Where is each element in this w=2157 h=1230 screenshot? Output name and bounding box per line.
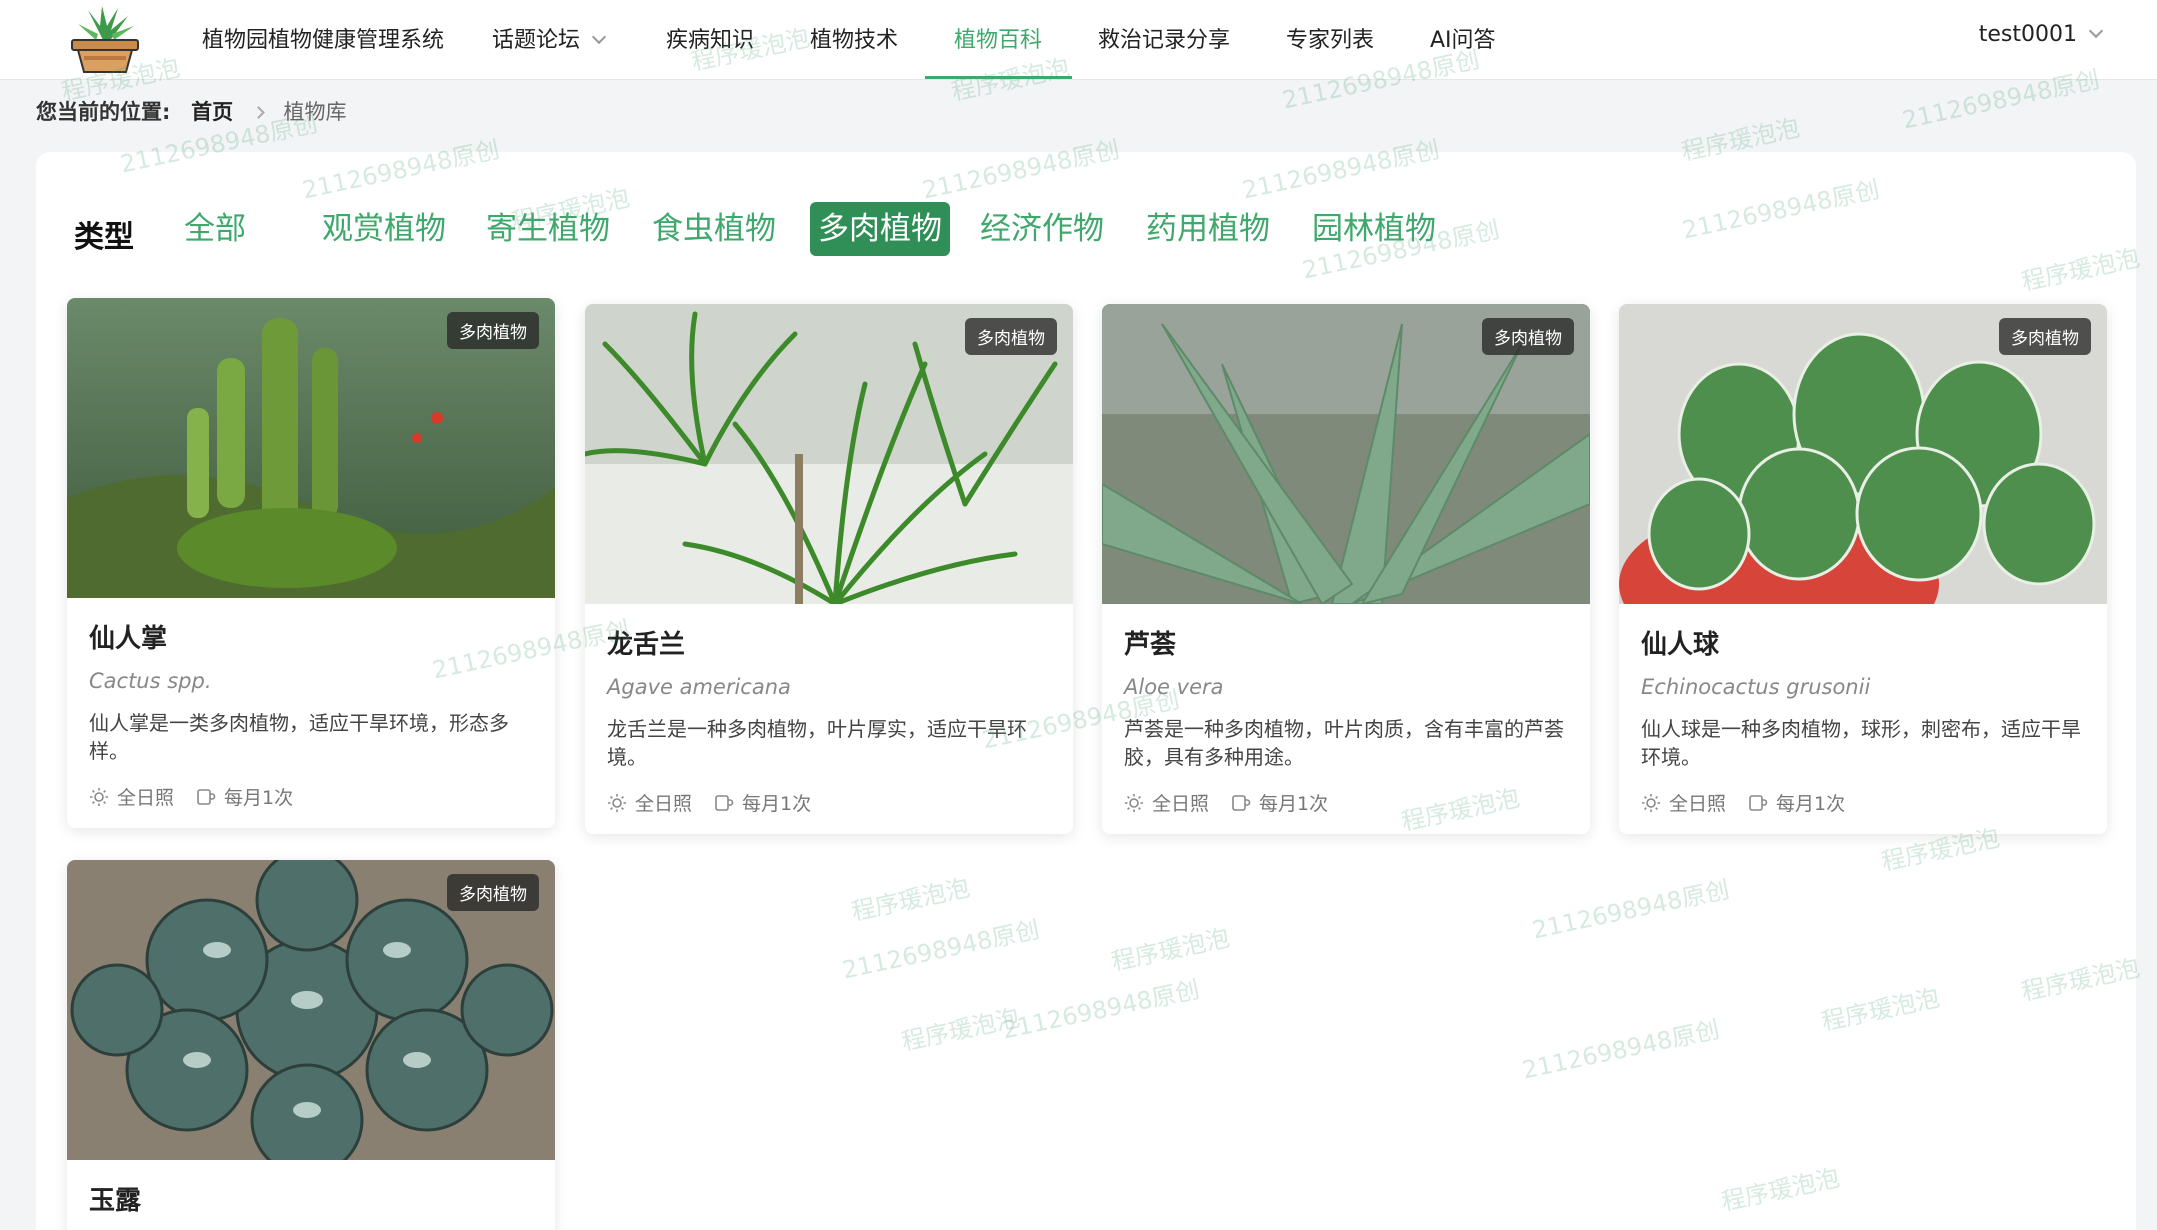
cup-icon — [1232, 794, 1251, 811]
chevron-down-icon — [2088, 23, 2104, 39]
plant-name: 仙人掌 — [89, 624, 168, 654]
watering-frequency: 每月1次 — [1259, 793, 1329, 815]
breadcrumb: 您当前的位置: 首页 植物库 — [36, 96, 346, 126]
category-badge: 多肉植物 — [965, 318, 1057, 355]
plant-name: 玉露 — [89, 1186, 142, 1216]
filter-option-carnivorous[interactable]: 食虫植物 — [644, 202, 784, 256]
cup-icon — [715, 794, 734, 811]
plant-image-aloe: 多肉植物 — [1102, 304, 1590, 604]
chevron-down-icon — [591, 29, 607, 45]
filter-option-parasitic[interactable]: 寄生植物 — [478, 202, 618, 256]
sun-icon — [90, 787, 108, 806]
category-badge: 多肉植物 — [447, 312, 539, 349]
nav-active-underline — [925, 76, 1072, 79]
nav-item-plant-encyclopedia[interactable]: 植物百科 — [954, 22, 1042, 54]
sun-icon — [1125, 793, 1143, 812]
plant-name: 仙人球 — [1641, 630, 1720, 660]
category-badge: 多肉植物 — [447, 874, 539, 911]
filter-option-all[interactable]: 全部 — [176, 202, 254, 256]
watering-frequency: 每月1次 — [224, 787, 294, 809]
sun-icon — [608, 793, 626, 812]
plant-description: 仙人球是一种多肉植物，球形，刺密布，适应干旱环境。 — [1641, 717, 2081, 769]
plant-name: 龙舌兰 — [607, 630, 686, 660]
filter-option-ornamental[interactable]: 观赏植物 — [314, 202, 454, 256]
plant-image-golden-barrel: 多肉植物 — [1619, 304, 2107, 604]
site-title: 植物园植物健康管理系统 — [202, 28, 445, 53]
plant-card-cactus[interactable]: 多肉植物 仙人掌 Cactus spp. 仙人掌是一类多肉植物，适应干旱环境，形… — [67, 298, 555, 828]
light-requirement: 全日照 — [1152, 793, 1210, 815]
filter-label: 类型 — [74, 220, 134, 255]
user-menu[interactable]: test0001 — [1978, 22, 2104, 47]
plant-image-haworthia: 多肉植物 — [67, 860, 555, 1160]
light-requirement: 全日照 — [635, 793, 693, 815]
chevron-right-icon — [251, 106, 265, 119]
nav-item-forum[interactable]: 话题论坛 — [492, 22, 607, 54]
plant-card-golden-barrel[interactable]: 多肉植物 仙人球 Echinocactus grusonii 仙人球是一种多肉植… — [1619, 304, 2107, 834]
filter-option-medicinal[interactable]: 药用植物 — [1138, 202, 1278, 256]
light-requirement: 全日照 — [1669, 793, 1727, 815]
nav-item-ai-qa[interactable]: AI问答 — [1430, 22, 1496, 54]
top-header: 植物园植物健康管理系统 话题论坛 疾病知识 植物技术 植物百科 救治记录分享 专… — [0, 0, 2157, 80]
plant-image-agave: 多肉植物 — [585, 304, 1073, 604]
nav-item-disease-knowledge[interactable]: 疾病知识 — [666, 22, 754, 54]
watering-frequency: 每月1次 — [1776, 793, 1846, 815]
nav-item-expert-list[interactable]: 专家列表 — [1286, 22, 1374, 54]
category-badge: 多肉植物 — [1999, 318, 2091, 355]
plant-latin-name: Aloe vera — [1124, 675, 1224, 699]
cup-icon — [1749, 794, 1768, 811]
plant-latin-name: Cactus spp. — [89, 669, 212, 693]
cup-icon — [197, 788, 216, 805]
plant-pot-logo-icon[interactable] — [66, 4, 144, 74]
plant-latin-name: Echinocactus grusonii — [1641, 675, 1871, 699]
sun-icon — [1642, 793, 1660, 812]
plant-card-haworthia[interactable]: 多肉植物 玉露 — [67, 860, 555, 1230]
breadcrumb-current: 植物库 — [283, 100, 347, 124]
plant-card-agave[interactable]: 多肉植物 龙舌兰 Agave americana 龙舌兰是一种多肉植物，叶片厚实… — [585, 304, 1073, 834]
nav-item-plant-tech[interactable]: 植物技术 — [810, 22, 898, 54]
plant-library-panel: 类型 全部 观赏植物 寄生植物 食虫植物 多肉植物 经济作物 药用植物 园林植物 — [36, 152, 2136, 1230]
plant-name: 芦荟 — [1124, 630, 1177, 660]
breadcrumb-label: 您当前的位置: — [36, 100, 171, 124]
username: test0001 — [1978, 22, 2077, 47]
plant-description: 芦荟是一种多肉植物，叶片肉质，含有丰富的芦荟胶，具有多种用途。 — [1124, 717, 1564, 769]
filter-option-succulent[interactable]: 多肉植物 — [810, 202, 950, 256]
filter-option-garden[interactable]: 园林植物 — [1304, 202, 1444, 256]
breadcrumb-home[interactable]: 首页 — [191, 100, 233, 124]
plant-latin-name: Agave americana — [607, 675, 791, 699]
plant-image-cactus: 多肉植物 — [67, 298, 555, 598]
light-requirement: 全日照 — [117, 787, 175, 809]
nav-item-treatment-share[interactable]: 救治记录分享 — [1098, 22, 1230, 54]
plant-description: 龙舌兰是一种多肉植物，叶片厚实，适应干旱环境。 — [607, 717, 1027, 769]
category-badge: 多肉植物 — [1482, 318, 1574, 355]
plant-description: 仙人掌是一类多肉植物，适应干旱环境，形态多样。 — [89, 711, 509, 763]
plant-card-aloe[interactable]: 多肉植物 芦荟 Aloe vera 芦荟是一种多肉植物，叶片肉质，含有丰富的芦荟… — [1102, 304, 1590, 834]
watering-frequency: 每月1次 — [742, 793, 812, 815]
filter-option-economic[interactable]: 经济作物 — [972, 202, 1112, 256]
